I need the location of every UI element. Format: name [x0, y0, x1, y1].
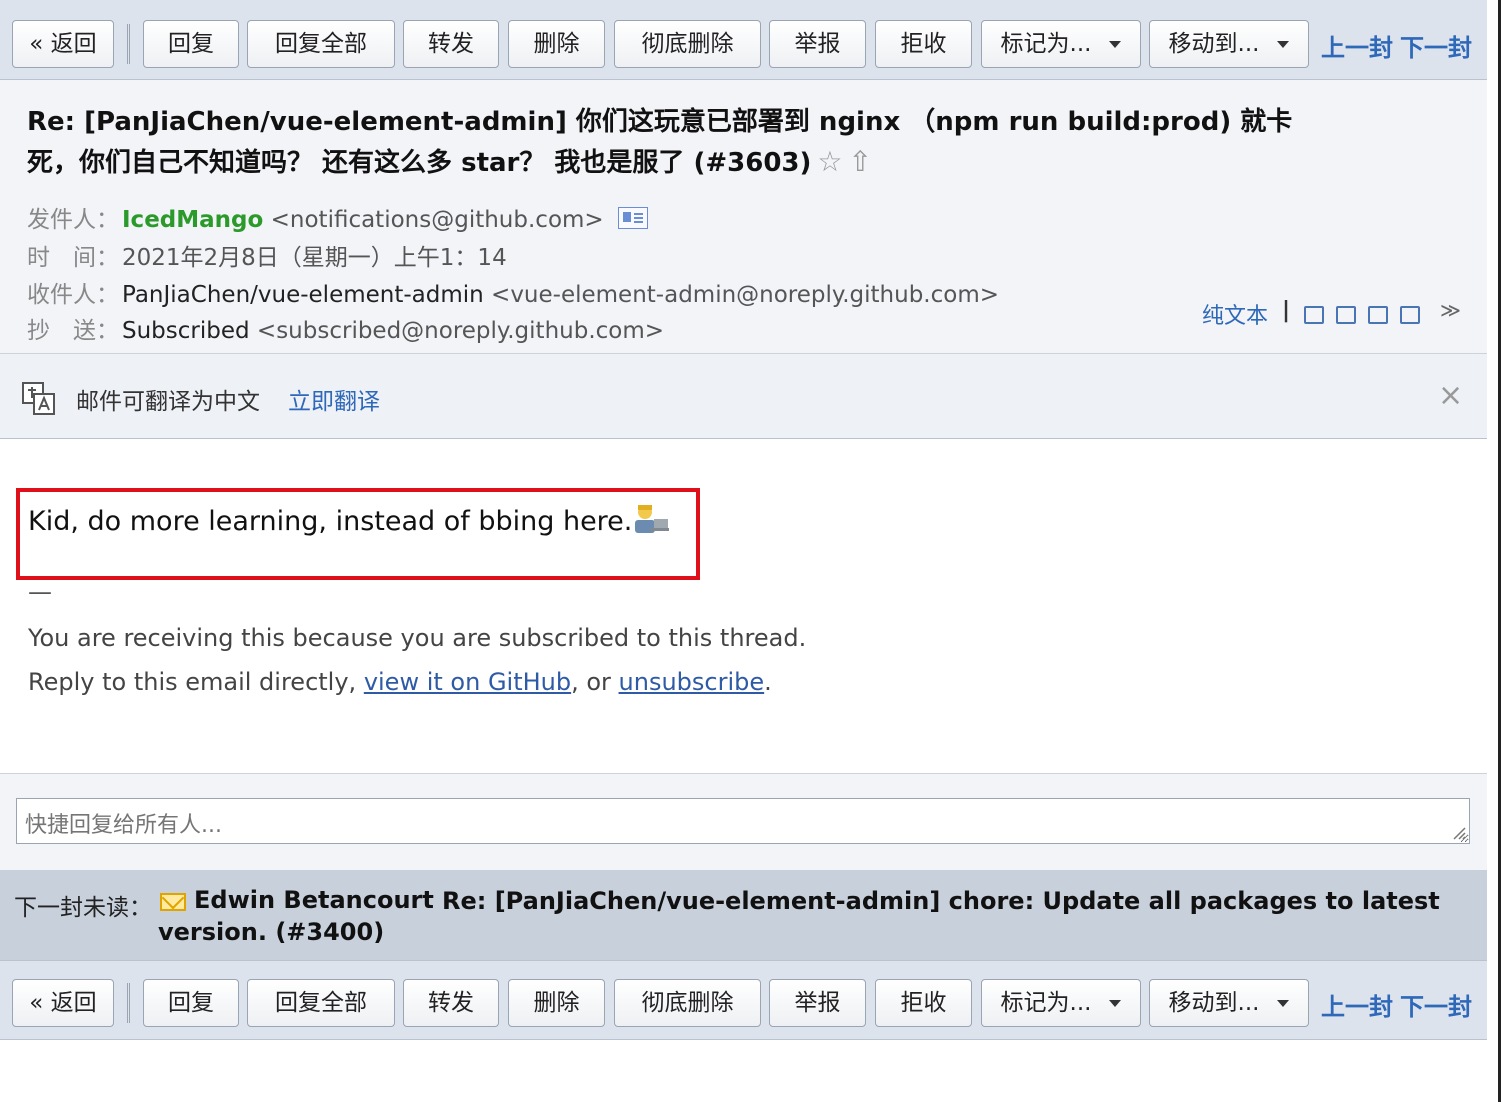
- mail-header: Re: [PanJiaChen/vue-element-admin] 你们这玩意…: [0, 80, 1487, 354]
- divider: |: [1282, 298, 1291, 323]
- mark-as-label: 标记为...: [1000, 990, 1092, 1016]
- translate-text: 邮件可翻译为中文: [76, 389, 260, 415]
- back-button[interactable]: « 返回: [12, 979, 114, 1027]
- plain-text-link[interactable]: 纯文本: [1202, 298, 1268, 330]
- translate-now-link[interactable]: 立即翻译: [288, 382, 380, 416]
- delete-button[interactable]: 删除: [508, 979, 605, 1027]
- subject-text: Re: [PanJiaChen/vue-element-admin] 你们这玩意…: [27, 107, 1293, 178]
- download-icon[interactable]: [1368, 306, 1388, 324]
- window-edge: [1498, 0, 1501, 1102]
- report-button[interactable]: 举报: [769, 20, 866, 68]
- sender-name[interactable]: IcedMango: [122, 207, 263, 233]
- contact-card-icon[interactable]: [617, 207, 648, 229]
- quick-reply-area: [0, 774, 1487, 870]
- signature-dash: —: [28, 578, 52, 606]
- print-icon[interactable]: [1400, 306, 1420, 324]
- cc-label: 抄 送：: [27, 318, 119, 344]
- man-technologist-emoji-icon: [635, 505, 670, 533]
- chevron-down-icon: [1109, 1000, 1122, 1007]
- priority-up-icon[interactable]: ⇧: [849, 145, 872, 178]
- mail-subject: Re: [PanJiaChen/vue-element-admin] 你们这玩意…: [27, 102, 1337, 183]
- reply-button[interactable]: 回复: [143, 979, 239, 1027]
- move-to-label: 移动到...: [1168, 31, 1260, 57]
- mark-as-dropdown[interactable]: 标记为...: [981, 979, 1141, 1027]
- reply-all-button[interactable]: 回复全部: [247, 979, 395, 1027]
- unsubscribe-link[interactable]: unsubscribe: [619, 668, 765, 696]
- move-to-dropdown[interactable]: 移动到...: [1149, 979, 1309, 1027]
- quick-reply-input[interactable]: [16, 798, 1470, 844]
- next-mail-link[interactable]: 下一封: [1400, 987, 1472, 1022]
- time-row: 时 间： 2021年2月8日（星期一）上午1：14: [27, 238, 507, 272]
- mark-as-label: 标记为...: [1000, 31, 1092, 57]
- reply-instructions-mid: , or: [571, 668, 619, 696]
- next-mail-link[interactable]: 下一封: [1400, 28, 1472, 63]
- resize-grip-icon[interactable]: [1452, 826, 1466, 840]
- prev-mail-link[interactable]: 上一封: [1321, 28, 1393, 63]
- reply-button[interactable]: 回复: [143, 20, 239, 68]
- reply-instructions: Reply to this email directly, view it on…: [28, 668, 772, 696]
- from-row: 发件人： IcedMango <notifications@github.com>: [27, 200, 648, 234]
- toolbar-separator: [127, 24, 130, 64]
- next-unread-subject[interactable]: Re: [PanJiaChen/vue-element-admin] chore…: [158, 886, 1468, 948]
- reject-button[interactable]: 拒收: [875, 979, 972, 1027]
- recipient-address: <vue-element-admin@noreply.github.com>: [491, 282, 1000, 308]
- message-text: Kid, do more learning, instead of bbing …: [28, 506, 633, 537]
- new-window-icon[interactable]: [1304, 306, 1324, 324]
- cc-name[interactable]: Subscribed: [122, 318, 250, 344]
- view-on-github-link[interactable]: view it on GitHub: [364, 668, 571, 696]
- notes-icon[interactable]: [1336, 306, 1356, 324]
- reject-button[interactable]: 拒收: [875, 20, 972, 68]
- reply-instructions-end: .: [764, 668, 772, 696]
- prev-mail-link[interactable]: 上一封: [1321, 987, 1393, 1022]
- top-toolbar: « 返回 回复 回复全部 转发 删除 彻底删除 举报 拒收 标记为... 移动到…: [0, 0, 1487, 80]
- close-icon[interactable]: ×: [1438, 378, 1463, 413]
- message-body-main: Kid, do more learning, instead of bbing …: [28, 504, 670, 537]
- to-row: 收件人： PanJiaChen/vue-element-admin <vue-el…: [27, 275, 999, 309]
- delete-permanently-button[interactable]: 彻底删除: [614, 979, 761, 1027]
- expand-icon[interactable]: ≫: [1440, 298, 1461, 322]
- chevron-down-icon: [1109, 41, 1122, 48]
- delete-button[interactable]: 删除: [508, 20, 605, 68]
- move-to-dropdown[interactable]: 移动到...: [1149, 20, 1309, 68]
- sender-address: <notifications@github.com>: [270, 207, 604, 233]
- cc-address: <subscribed@noreply.github.com>: [256, 318, 665, 344]
- time-value: 2021年2月8日（星期一）上午1：14: [122, 245, 507, 271]
- reply-all-button[interactable]: 回复全部: [247, 20, 395, 68]
- bottom-toolbar: « 返回 回复 回复全部 转发 删除 彻底删除 举报 拒收 标记为... 移动到…: [0, 960, 1487, 1040]
- move-to-label: 移动到...: [1168, 990, 1260, 1016]
- mail-window: « 返回 回复 回复全部 转发 删除 彻底删除 举报 拒收 标记为... 移动到…: [0, 0, 1487, 1102]
- subscription-notice: You are receiving this because you are s…: [28, 624, 807, 652]
- chevron-down-icon: [1277, 1000, 1290, 1007]
- cc-row: 抄 送： Subscribed <subscribed@noreply.githu…: [27, 311, 664, 345]
- forward-button[interactable]: 转发: [403, 20, 499, 68]
- delete-permanently-button[interactable]: 彻底删除: [614, 20, 761, 68]
- next-unread-label: 下一封未读：: [14, 895, 152, 921]
- from-label: 发件人：: [27, 207, 119, 233]
- to-label: 收件人：: [27, 282, 119, 308]
- toolbar-separator: [127, 983, 130, 1023]
- translate-icon: [22, 382, 55, 415]
- star-icon[interactable]: ☆: [817, 145, 842, 178]
- chevron-down-icon: [1277, 41, 1290, 48]
- translate-bar: 邮件可翻译为中文 立即翻译 ×: [0, 354, 1487, 439]
- mark-as-dropdown[interactable]: 标记为...: [981, 20, 1141, 68]
- back-button[interactable]: « 返回: [12, 20, 114, 68]
- forward-button[interactable]: 转发: [403, 979, 499, 1027]
- report-button[interactable]: 举报: [769, 979, 866, 1027]
- reply-instructions-prefix: Reply to this email directly,: [28, 668, 364, 696]
- recipient-name[interactable]: PanJiaChen/vue-element-admin: [122, 282, 484, 308]
- time-label: 时 间：: [27, 245, 119, 271]
- next-unread-bar: 下一封未读： Edwin Betancourt Re: [PanJiaChen/…: [0, 870, 1487, 960]
